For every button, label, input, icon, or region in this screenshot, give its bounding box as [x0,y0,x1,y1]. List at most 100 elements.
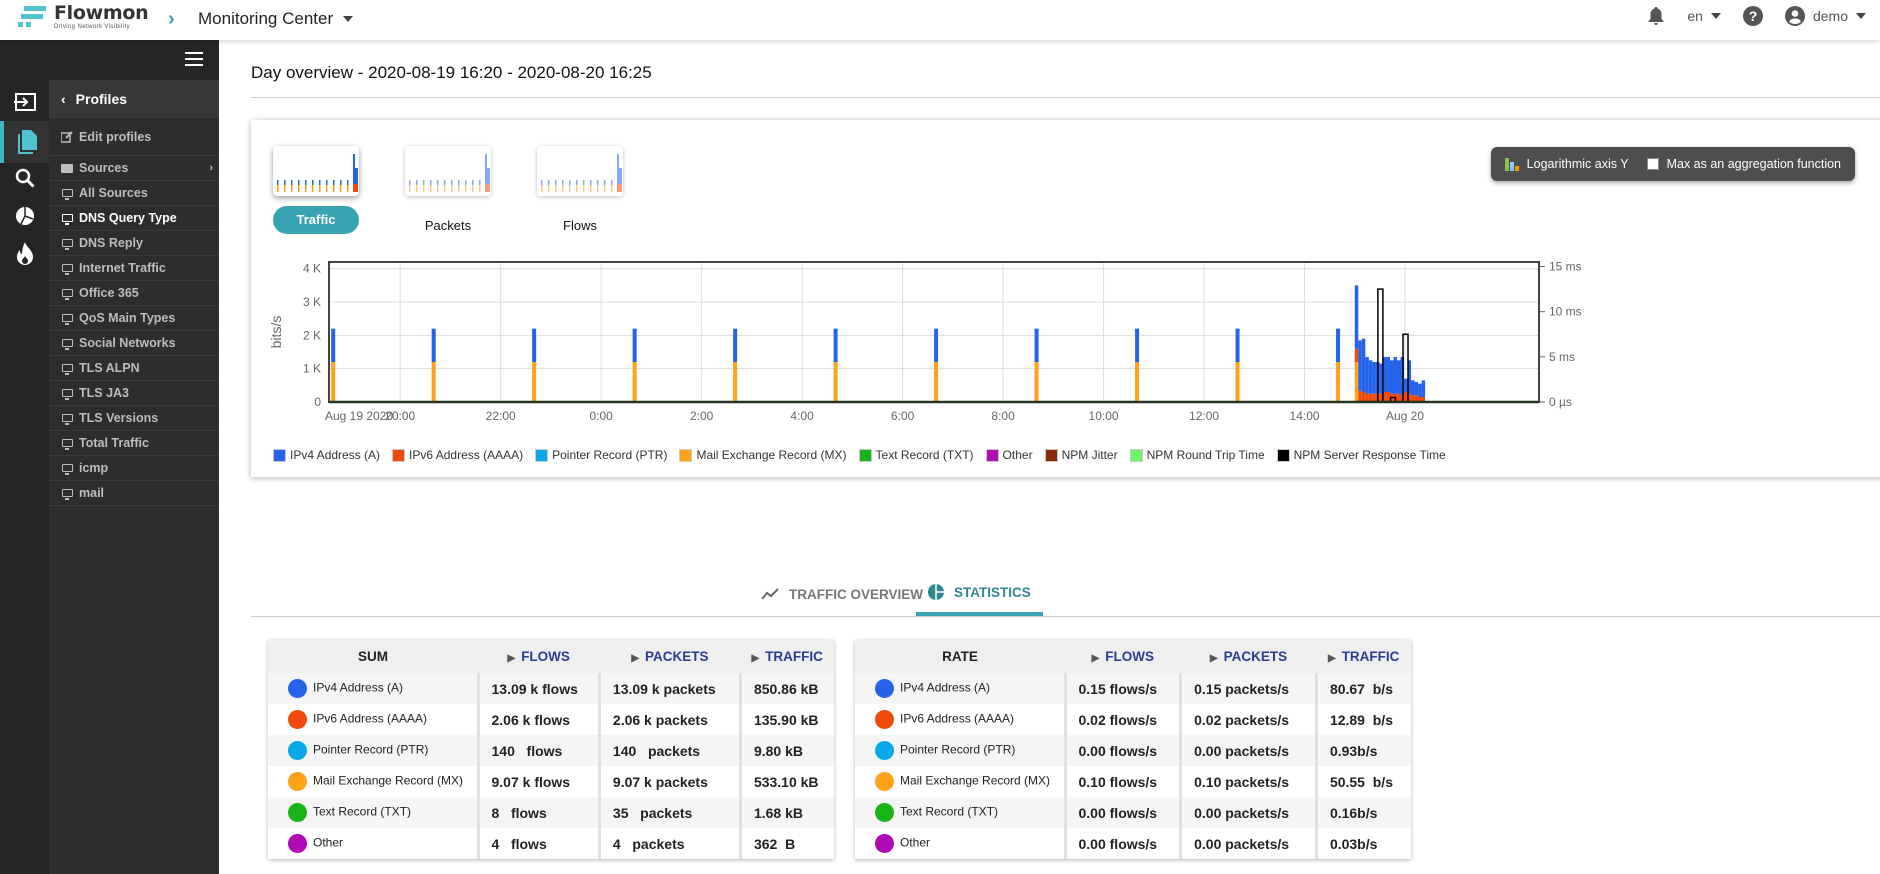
monitor-icon [61,388,73,400]
thumb-packets[interactable]: Packets [405,146,491,240]
sidebar-back-profiles[interactable]: ‹ Profiles [49,80,219,118]
sort-traffic[interactable]: ▶ TRAFFIC [1316,640,1411,673]
legend-item[interactable]: NPM Server Response Time [1276,448,1446,462]
legend-item[interactable]: Mail Exchange Record (MX) [679,448,847,462]
legend-item[interactable]: NPM Jitter [1044,448,1118,462]
color-dot [875,741,894,760]
rail-reports[interactable] [0,198,49,234]
sidebar-item-label: TLS Versions [79,411,159,425]
bar-mx [1354,362,1359,402]
sidebar-item-tls-ja3[interactable]: TLS JA3 [49,381,219,406]
chevron-down-icon [1710,13,1721,19]
legend-swatch [273,448,286,462]
thumb-flows[interactable]: Flows [537,146,623,240]
sidebar-item-icmp[interactable]: icmp [49,456,219,481]
row-name: Mail Exchange Record (MX) [855,766,1065,797]
row-label: Mail Exchange Record (MX) [900,773,1051,788]
sign-in-icon [13,93,36,111]
row-name: Mail Exchange Record (MX) [268,766,478,797]
bar-mx [331,362,336,402]
max-aggregation-checkbox[interactable] [1646,158,1659,170]
bell-icon [1648,7,1664,25]
notifications-button[interactable] [1647,6,1665,26]
flowmon-logo[interactable]: Flowmon Driving Network Visibility [18,4,149,30]
monitor-icon [61,463,73,475]
legend-item[interactable]: Pointer Record (PTR) [535,448,667,462]
bar-ipv6 [1386,392,1390,402]
top-bar: Flowmon Driving Network Visibility › Mon… [0,0,1880,40]
flows-cell: 0.00 flows/s [1063,828,1181,859]
page-title: Day overview - 2020-08-19 16:20 - 2020-0… [251,63,652,82]
log-axis-icon[interactable] [1504,157,1519,171]
sidebar-item-tls-alpn[interactable]: TLS ALPN [49,356,219,381]
thumb-traffic[interactable]: Traffic [273,146,359,240]
language-value: en [1687,8,1703,24]
rail-search[interactable] [0,160,49,196]
rail-sign-in[interactable] [0,84,49,120]
row-name: IPv4 Address (A) [855,673,1065,704]
pie-chart-icon [15,207,34,225]
sort-packets[interactable]: ▶ PACKETS [1180,640,1317,673]
rail-profiles[interactable] [0,121,49,163]
sort-traffic[interactable]: ▶ TRAFFIC [740,640,834,673]
legend-item[interactable]: NPM Round Trip Time [1129,448,1265,462]
sidebar-edit-profiles[interactable]: Edit profiles [49,118,219,156]
sidebar-item-all-sources[interactable]: All Sources [49,181,219,206]
sort-flows[interactable]: ▶ FLOWS [1065,640,1181,673]
bar-ipv4 [331,328,336,362]
monitor-icon [61,488,73,500]
y2-tick-label: 0 µs [1549,395,1572,409]
traffic-cell: 80.67 b/s [1314,673,1411,704]
sidebar-item-dns-query-type[interactable]: DNS Query Type [49,206,219,231]
row-label: Text Record (TXT) [313,804,412,819]
language-select[interactable]: en [1687,8,1721,24]
legend-label: Other [1002,448,1033,462]
help-button[interactable]: ? [1742,6,1763,26]
view-tabs: TRAFFIC OVERVIEW STATISTICS [219,572,1880,630]
column-header: PACKETS [645,649,709,664]
bar-ipv6 [1404,392,1408,402]
chart-options-bar: Logarithmic axis Y Max as an aggregation… [1490,147,1855,181]
sidebar-item-social-networks[interactable]: Social Networks [49,331,219,356]
hamburger-menu-icon[interactable] [185,52,203,70]
bar-ipv4 [1418,383,1422,397]
y-tick-label: 4 K [303,262,321,276]
sidebar-item-total-traffic[interactable]: Total Traffic [49,431,219,456]
user-menu[interactable]: demo [1784,6,1866,26]
monitor-icon [61,413,73,425]
tab-traffic-overview[interactable]: TRAFFIC OVERVIEW [749,572,935,616]
legend-item[interactable]: Other [985,448,1033,462]
bar-mx [1336,362,1341,402]
row-label: IPv4 Address (A) [900,680,991,695]
rail-alerts[interactable] [0,236,49,272]
row-name: IPv4 Address (A) [268,673,478,704]
row-label: IPv6 Address (AAAA) [900,711,1015,726]
sort-arrow-icon: ▶ [507,653,516,664]
tab-statistics[interactable]: STATISTICS [916,572,1043,616]
legend-item[interactable]: IPv6 Address (AAAA) [392,448,523,462]
sort-arrow-icon: ▶ [631,653,640,664]
folder-icon [61,163,73,173]
sidebar-item-qos-main-types[interactable]: QoS Main Types [49,306,219,331]
sidebar-item-office-365[interactable]: Office 365 [49,281,219,306]
sidebar-item-internet-traffic[interactable]: Internet Traffic [49,256,219,281]
table-row: Text Record (TXT) 0.00 flows/s 0.00 packet… [855,797,1411,828]
packets-cell: 0.00 packets/s [1179,797,1317,828]
color-dot [288,803,307,822]
bar-ipv4 [1235,328,1240,362]
flows-cell: 2.06 k flows [476,704,600,735]
sidebar-sources[interactable]: Sources › [49,156,219,181]
sort-flows[interactable]: ▶ FLOWS [478,640,600,673]
sort-packets[interactable]: ▶ PACKETS [599,640,741,673]
breadcrumb-monitoring-center[interactable]: Monitoring Center [198,9,354,29]
legend-swatch [1276,448,1290,462]
bar-ipv4 [1393,357,1397,394]
legend-item[interactable]: Text Record (TXT) [858,448,974,462]
chevron-down-icon [343,16,354,22]
sidebar-item-mail[interactable]: mail [49,481,219,506]
log-axis-toggle[interactable]: Logarithmic axis Y [1527,157,1629,171]
bar-ipv4 [1411,380,1415,396]
sidebar-item-dns-reply[interactable]: DNS Reply [49,231,219,256]
sidebar-item-tls-versions[interactable]: TLS Versions [49,406,219,431]
legend-item[interactable]: IPv4 Address (A) [273,448,380,462]
